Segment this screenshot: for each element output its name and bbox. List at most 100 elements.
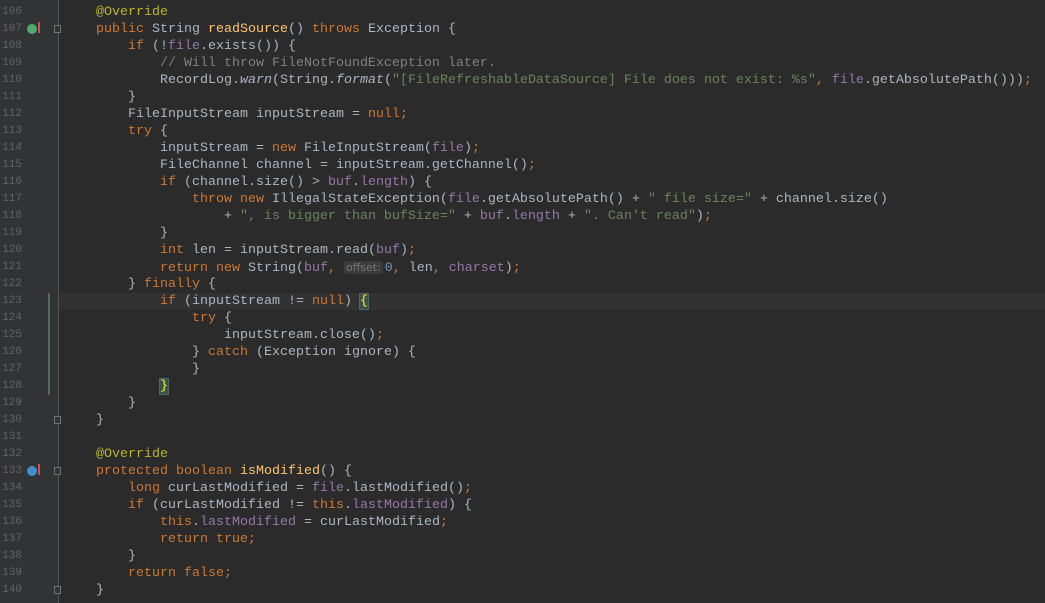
code-token: + [455, 209, 480, 224]
code-token: isModified [239, 464, 320, 479]
code-line[interactable]: 131 [0, 429, 1045, 446]
code-line[interactable]: 110 RecordLog.warn(String.format("[FileR… [0, 72, 1045, 89]
line-number: 135 [2, 499, 22, 511]
code-token: Exception { [367, 22, 456, 37]
code-token: ; [223, 566, 232, 581]
line-background [59, 395, 1045, 412]
override-method-icon[interactable] [27, 464, 40, 476]
code-line[interactable]: 126 } catch (Exception ignore) { [0, 344, 1045, 361]
line-number: 130 [2, 414, 22, 426]
line-number: 117 [2, 193, 22, 205]
code-token: String( [247, 261, 304, 276]
code-token: String [152, 22, 208, 37]
code-token: } [64, 549, 136, 564]
code-token: format [335, 73, 384, 88]
code-text: } [64, 395, 136, 412]
code-token: } [64, 583, 104, 598]
code-line[interactable]: 116 if (channel.size() > buf.length) { [0, 174, 1045, 191]
line-number: 109 [2, 57, 22, 69]
line-number: 114 [2, 142, 22, 154]
code-line[interactable]: 125 inputStream.close(); [0, 327, 1045, 344]
line-number: 127 [2, 363, 22, 375]
line-number: 111 [2, 91, 22, 103]
code-line[interactable]: 109 // Will throw FileNotFoundException … [0, 55, 1045, 72]
code-token: } [64, 396, 136, 411]
code-line[interactable]: 123 if (inputStream != null) { [0, 293, 1045, 310]
code-line[interactable]: 119 } [0, 225, 1045, 242]
override-method-icon[interactable] [27, 22, 40, 34]
code-token: this [311, 498, 344, 513]
code-line[interactable]: 135 if (curLastModified != this.lastModi… [0, 497, 1045, 514]
code-token: int [159, 243, 192, 258]
code-line[interactable]: 113 try { [0, 123, 1045, 140]
code-line[interactable]: 140 } [0, 582, 1045, 599]
fold-marker-icon[interactable] [54, 586, 61, 594]
code-line[interactable]: 111 } [0, 89, 1045, 106]
code-line[interactable]: 128 } [0, 378, 1045, 395]
code-token: (curLastModified != [152, 498, 312, 513]
code-token: FileInputStream inputStream = [64, 107, 368, 122]
fold-marker-icon[interactable] [54, 467, 61, 475]
code-line[interactable]: 124 try { [0, 310, 1045, 327]
code-text: } finally { [64, 276, 216, 293]
line-number: 115 [2, 159, 22, 171]
line-number: 108 [2, 40, 22, 52]
code-line[interactable]: 137 return true; [0, 531, 1045, 548]
code-line[interactable]: 129 } [0, 395, 1045, 412]
code-text: if (curLastModified != this.lastModified… [64, 497, 472, 514]
code-text: } [64, 412, 104, 429]
code-token: return false [128, 566, 224, 581]
code-token: . [343, 498, 352, 513]
line-number: 120 [2, 244, 22, 256]
code-line[interactable]: 122 } finally { [0, 276, 1045, 293]
code-line[interactable]: 138 } [0, 548, 1045, 565]
code-line[interactable]: 139 return false; [0, 565, 1045, 582]
fold-marker-icon[interactable] [54, 416, 61, 424]
fold-marker-icon[interactable] [54, 25, 61, 33]
code-text: FileInputStream inputStream = null; [64, 106, 408, 123]
line-background [59, 378, 1045, 395]
code-token: " file size=" [647, 192, 752, 207]
code-token: .getAbsolutePath())); [863, 73, 1032, 88]
code-line[interactable]: 117 throw new IllegalStateException(file… [0, 191, 1045, 208]
code-line[interactable]: 132 @Override [0, 446, 1045, 463]
code-token: return true [159, 532, 248, 547]
code-token: { [358, 293, 369, 310]
code-line[interactable]: 106 @Override [0, 4, 1045, 21]
line-number: 126 [2, 346, 22, 358]
code-line[interactable]: 130 } [0, 412, 1045, 429]
code-token: public [96, 22, 152, 37]
code-token: file [431, 141, 464, 156]
code-line[interactable]: 118 + ", is bigger than bufSize=" + buf.… [0, 208, 1045, 225]
code-line[interactable]: 120 int len = inputStream.read(buf); [0, 242, 1045, 259]
code-token: ( [383, 73, 392, 88]
code-line[interactable]: 115 FileChannel channel = inputStream.ge… [0, 157, 1045, 174]
code-line[interactable]: 107 public String readSource() throws Ex… [0, 21, 1045, 38]
code-token: if [128, 498, 152, 513]
code-text: inputStream.close(); [64, 327, 384, 344]
code-line[interactable]: 134 long curLastModified = file.lastModi… [0, 480, 1045, 497]
code-token: finally [143, 277, 208, 292]
code-line[interactable]: 127 } [0, 361, 1045, 378]
code-line[interactable]: 133 protected boolean isModified() { [0, 463, 1045, 480]
code-token: warn [239, 73, 272, 88]
code-text: try { [64, 123, 168, 140]
code-line[interactable]: 112 FileInputStream inputStream = null; [0, 106, 1045, 123]
code-token: FileInputStream( [303, 141, 432, 156]
code-line[interactable]: 136 this.lastModified = curLastModified; [0, 514, 1045, 531]
code-token: } [64, 362, 200, 377]
code-line[interactable]: 114 inputStream = new FileInputStream(fi… [0, 140, 1045, 157]
code-token: lastModified [351, 498, 448, 513]
line-background [59, 446, 1045, 463]
code-text: return new String(buf, offset: 0, len, ch… [64, 259, 521, 277]
code-token: ); [504, 261, 521, 276]
code-token: try [128, 124, 160, 139]
code-line[interactable]: 108 if (!file.exists()) { [0, 38, 1045, 55]
code-text: + ", is bigger than bufSize=" + buf.leng… [64, 208, 712, 225]
code-token: length [359, 175, 408, 190]
code-line[interactable]: 121 return new String(buf, offset: 0, len… [0, 259, 1045, 276]
